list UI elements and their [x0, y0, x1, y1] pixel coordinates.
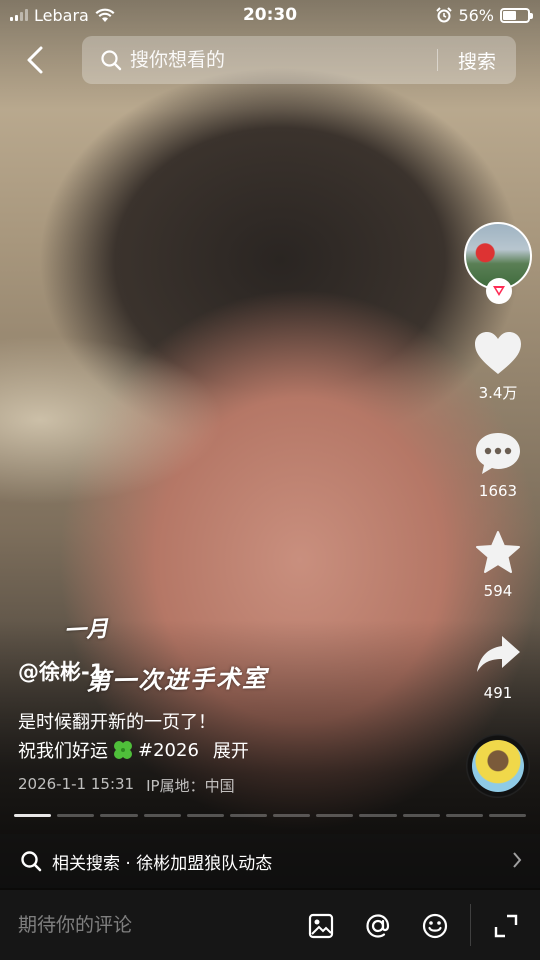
status-right: 56%: [436, 5, 533, 25]
chevron-right-icon: [513, 852, 522, 868]
music-disc[interactable]: [466, 734, 530, 798]
like-button[interactable]: 3.4万: [462, 330, 534, 403]
progress-segment: [186, 814, 224, 817]
search-icon: [100, 49, 122, 71]
post-meta: 2026-1-1 15:31 IP属地：中国: [18, 775, 235, 796]
comment-button[interactable]: 1663: [462, 430, 534, 500]
follow-button[interactable]: [486, 278, 512, 304]
star-icon: [476, 531, 520, 573]
search-bar[interactable]: 搜索: [82, 36, 516, 84]
battery-percent: 56%: [458, 5, 494, 25]
favorite-button[interactable]: 594: [462, 530, 534, 600]
back-icon: [27, 46, 43, 74]
caption-line-2: 祝我们好运 #2026 展开: [18, 737, 249, 763]
search-input[interactable]: [130, 49, 437, 71]
related-search-bar[interactable]: 相关搜索 · 徐彬加盟狼队动态: [0, 834, 540, 888]
share-button[interactable]: 491: [462, 632, 534, 702]
battery-fill: [503, 10, 516, 20]
like-count: 3.4万: [478, 384, 518, 402]
fullscreen-icon[interactable]: [492, 912, 520, 940]
at-icon[interactable]: [364, 912, 392, 940]
overlay-text-title: 第一次进手术室: [85, 663, 269, 696]
share-count: 491: [483, 684, 513, 702]
hashtag-link[interactable]: #2026: [138, 740, 199, 761]
plus-badge-icon: [493, 286, 505, 296]
status-bar: Lebara 20:30 56%: [0, 0, 540, 30]
related-search-text: 相关搜索 · 徐彬加盟狼队动态: [52, 853, 273, 874]
comment-icon: [476, 433, 520, 474]
music-cover: [472, 740, 524, 792]
image-icon[interactable]: [307, 912, 335, 940]
emoji-icon[interactable]: [421, 912, 449, 940]
playback-progress[interactable]: [14, 814, 527, 817]
overlay-text-month: 一月: [63, 615, 109, 645]
search-button[interactable]: 搜索: [438, 47, 516, 74]
author-avatar-button[interactable]: [464, 222, 532, 308]
expand-button[interactable]: 展开: [213, 737, 249, 763]
progress-segment: [316, 814, 354, 817]
search-icon: [21, 851, 42, 872]
share-icon: [477, 636, 520, 672]
comment-bar: [0, 890, 540, 960]
heart-icon: [475, 332, 521, 374]
progress-segment: [14, 814, 52, 817]
progress-segment: [402, 814, 440, 817]
ip-location: IP属地：中国: [146, 777, 235, 795]
progress-segment: [445, 814, 483, 817]
progress-segment: [143, 814, 181, 817]
progress-segment: [100, 814, 138, 817]
battery-icon: [500, 7, 533, 23]
progress-segment: [229, 814, 268, 817]
comment-bar-divider: [470, 904, 471, 946]
favorite-count: 594: [483, 582, 513, 600]
caption-line-1: 是时候翻开新的一页了！: [18, 712, 216, 733]
progress-segment: [57, 814, 95, 817]
comment-count: 1663: [478, 482, 518, 500]
progress-segment: [359, 814, 397, 817]
alarm-icon: [436, 7, 453, 23]
progress-segment: [273, 814, 311, 817]
progress-segment: [488, 814, 527, 817]
caption-text: 祝我们好运: [18, 741, 108, 762]
comment-input[interactable]: [18, 910, 278, 940]
clover-icon: [114, 741, 132, 759]
back-button[interactable]: [20, 42, 50, 78]
author-name[interactable]: @徐彬-1: [18, 656, 104, 686]
post-date: 2026-1-1 15:31: [18, 775, 135, 793]
